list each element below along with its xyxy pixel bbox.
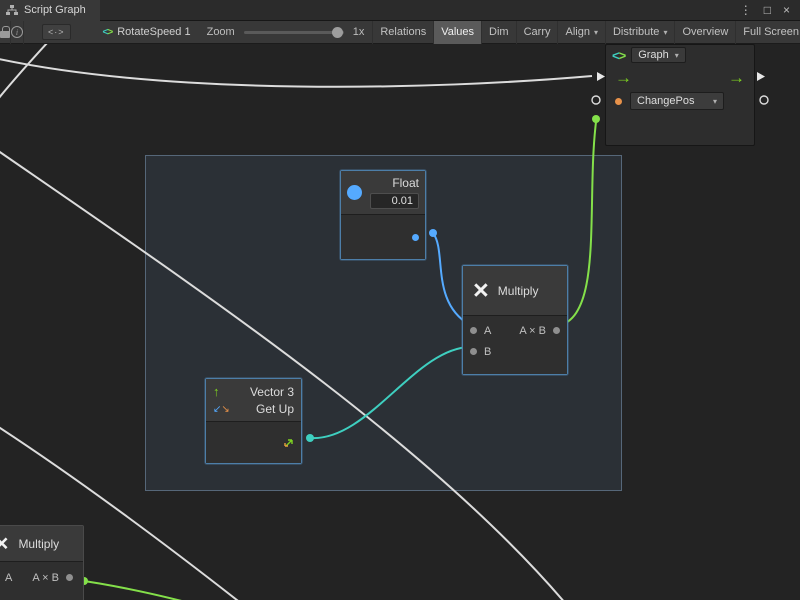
port-a-label: A	[5, 572, 12, 584]
getup-title: Get Up	[256, 402, 294, 416]
dropdown-caret-icon: ▾	[663, 28, 667, 37]
lock-icon	[0, 31, 10, 38]
changepos-dropdown-label: ChangePos	[637, 95, 695, 107]
dropdown-caret-icon: ▾	[713, 97, 717, 106]
graph-node[interactable]: <> Graph ▾ → → ChangePos ▾	[605, 44, 755, 146]
float-output-port[interactable]	[412, 234, 419, 241]
dim-button[interactable]: Dim	[481, 21, 516, 44]
multiply-icon: ×	[0, 532, 8, 555]
title-bar: Script Graph ⋮ □ ×	[0, 0, 800, 21]
graph-breadcrumb[interactable]: <> RotateSpeed 1	[103, 26, 191, 38]
dropdown-caret-icon: ▾	[594, 28, 598, 37]
relations-button[interactable]: Relations	[372, 21, 433, 44]
zoom-slider-handle[interactable]	[332, 27, 343, 38]
graph-node-header: <> Graph ▾	[606, 45, 754, 65]
flow-out-arrow-icon	[757, 72, 765, 81]
script-graph-window: Script Graph ⋮ □ × i <·> <> RotateSpeed …	[0, 0, 800, 600]
visual-scripting-icon: <>	[612, 48, 625, 63]
script-graph-asset-icon: <>	[103, 27, 113, 38]
multiply-node-title: Multiply	[498, 284, 539, 298]
preview-code-button[interactable]: <·>	[42, 24, 71, 40]
maximize-icon[interactable]: □	[764, 4, 771, 16]
info-icon: i	[11, 26, 23, 38]
values-button[interactable]: Values	[433, 21, 481, 44]
dropdown-caret-icon: ▾	[675, 51, 679, 60]
multiply-node[interactable]: × Multiply A A × B B	[462, 265, 568, 375]
float-node-title: Float	[370, 176, 419, 190]
float-type-icon	[347, 185, 362, 200]
multiply2-node-title: Multiply	[18, 537, 59, 551]
script-graph-tab[interactable]: Script Graph	[0, 0, 100, 21]
changepos-input-port[interactable]	[615, 98, 622, 105]
window-controls: ⋮ □ ×	[740, 4, 800, 16]
multiply-node-header: × Multiply	[463, 266, 567, 316]
zoom-control: Zoom 1x	[207, 26, 365, 38]
zoom-value: 1x	[353, 26, 365, 38]
graph-canvas[interactable]: Float 0.01 × Multiply A A × B	[0, 44, 800, 600]
multiply-input-a-port[interactable]	[470, 327, 477, 334]
fullscreen-button[interactable]: Full Screen	[735, 21, 800, 44]
port-a-label: A	[484, 325, 491, 337]
info-button[interactable]: i	[11, 21, 24, 44]
port-b-label: B	[484, 346, 491, 358]
multiply2-output-port[interactable]	[66, 574, 73, 581]
distribute-button[interactable]: Distribute▾	[605, 21, 674, 44]
unconnected-port-right-icon	[760, 96, 768, 104]
port-out-label: A × B	[519, 325, 546, 337]
wire-white-top-left	[0, 44, 48, 104]
toolbar-buttons: Relations Values Dim Carry Align▾ Distri…	[372, 21, 800, 44]
unconnected-port-left-icon	[592, 96, 600, 104]
graph-dropdown-label: Graph	[638, 49, 669, 61]
float-node-header: Float 0.01	[341, 171, 425, 215]
wire-anchor-green-top	[592, 115, 600, 123]
vector3-title: Vector 3	[250, 385, 294, 399]
tab-title: Script Graph	[24, 4, 86, 16]
multiply-input-b-port[interactable]	[470, 348, 477, 355]
vector3-output-port[interactable]	[282, 436, 295, 449]
vector3-node-header: ↑ Vector 3 ↙↘ Get Up	[206, 379, 301, 422]
zoom-label: Zoom	[207, 26, 235, 38]
multiply-icon: ×	[473, 277, 489, 304]
float-node[interactable]: Float 0.01	[340, 170, 426, 260]
changepos-row: ChangePos ▾	[606, 90, 754, 112]
zoom-slider[interactable]	[244, 31, 344, 34]
multiply-node-partial[interactable]: × Multiply A A × B	[0, 525, 84, 600]
flow-input-port[interactable]: →	[615, 69, 632, 86]
extra-port-row	[606, 112, 754, 116]
flow-ports-row: → →	[606, 65, 754, 90]
wire-multiply2-output	[70, 579, 205, 600]
float-value-field[interactable]: 0.01	[370, 193, 419, 209]
lock-button[interactable]	[0, 21, 11, 44]
vector3-getup-node[interactable]: ↑ Vector 3 ↙↘ Get Up	[205, 378, 302, 464]
close-icon[interactable]: ×	[783, 4, 790, 16]
flow-in-arrow-icon	[597, 72, 605, 81]
graph-name-label: RotateSpeed 1	[117, 26, 190, 38]
carry-button[interactable]: Carry	[516, 21, 558, 44]
flow-output-port[interactable]: →	[728, 69, 745, 86]
graph-dropdown[interactable]: Graph ▾	[631, 47, 686, 63]
wire-white-top	[0, 58, 592, 87]
vector3-up-icon: ↑	[213, 384, 220, 399]
multiply-output-port[interactable]	[553, 327, 560, 334]
overview-button[interactable]: Overview	[674, 21, 735, 44]
multiply2-node-header: × Multiply	[0, 526, 83, 562]
graph-tab-icon	[6, 4, 18, 16]
graph-toolbar: i <·> <> RotateSpeed 1 Zoom 1x Relations…	[0, 21, 800, 44]
align-button[interactable]: Align▾	[557, 21, 604, 44]
changepos-dropdown[interactable]: ChangePos ▾	[630, 92, 724, 110]
get-up-icon: ↙↘	[213, 403, 230, 415]
port-out-label: A × B	[32, 572, 59, 584]
code-icon: <·>	[48, 27, 65, 37]
menu-kebab-icon[interactable]: ⋮	[740, 4, 752, 16]
